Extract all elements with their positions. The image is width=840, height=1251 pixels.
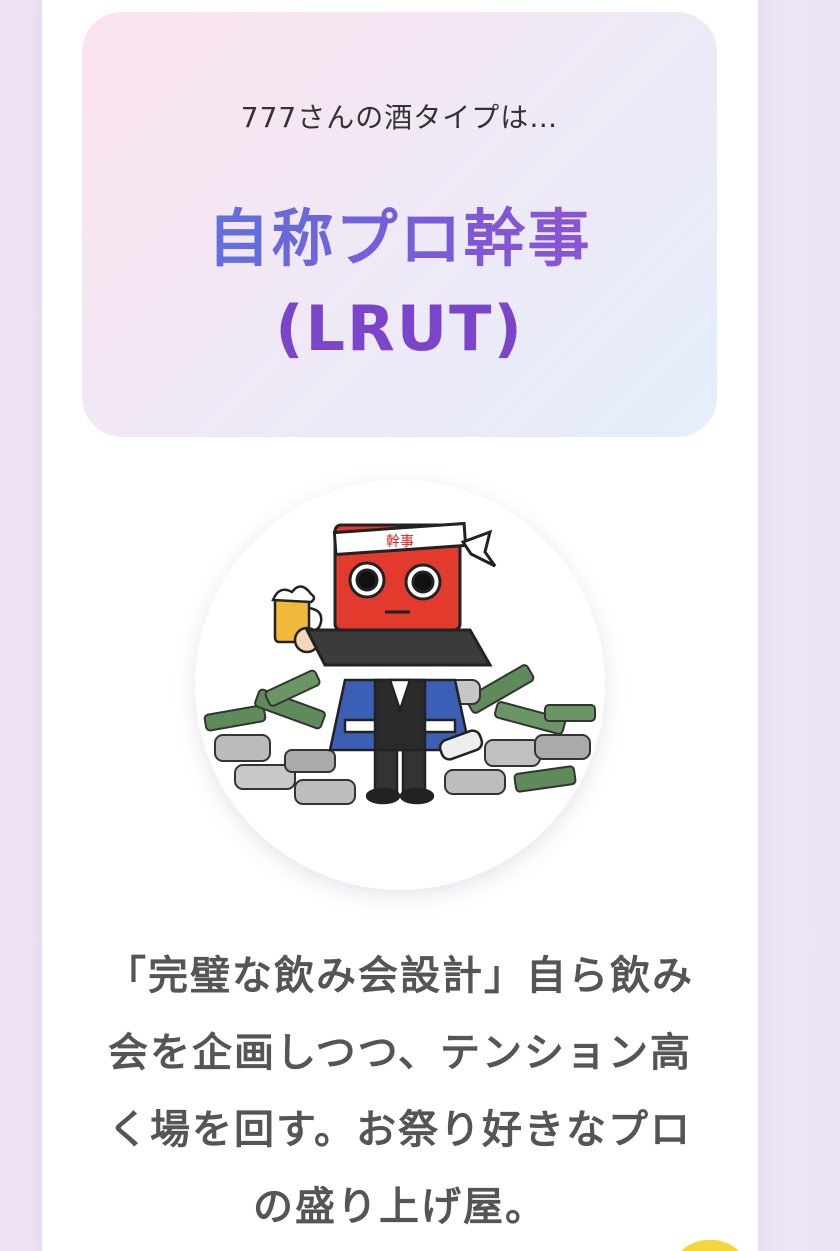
type-description: 「完璧な飲み会設計」自ら飲み会を企画しつつ、テンション高く場を回す。お祭り好きな…	[106, 953, 694, 1230]
party-organizer-laptop-character-icon: 幹事	[203, 521, 596, 805]
type-code: (LRUT)	[275, 292, 524, 365]
svg-text:幹事: 幹事	[386, 533, 414, 550]
character-avatar: 幹事	[195, 480, 605, 890]
result-intro-text: 777さんの酒タイプは…	[240, 101, 559, 134]
type-name-title: 自称プロ幹事	[82, 188, 717, 278]
